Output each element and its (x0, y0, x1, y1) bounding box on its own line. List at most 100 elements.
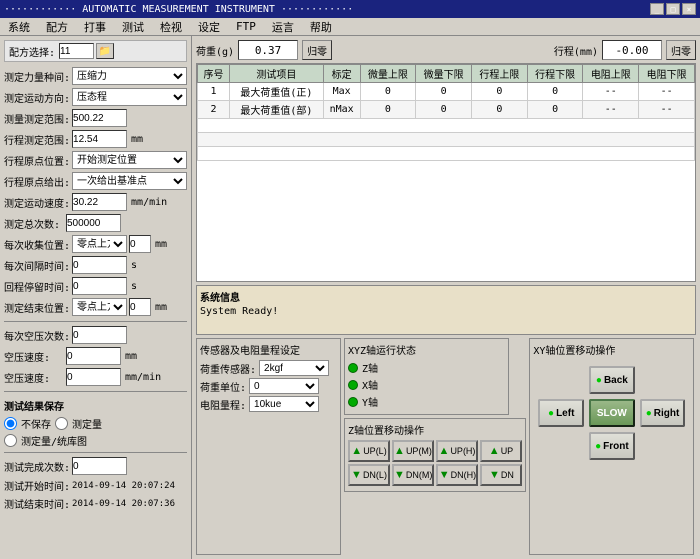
up-mid-button[interactable]: ▲UP(M) (392, 440, 434, 462)
left-button[interactable]: ● Left (538, 399, 584, 427)
collect-pos-input[interactable] (129, 235, 151, 253)
dn-button[interactable]: ▼DN (480, 464, 522, 486)
save-no-label: 不保存 (21, 416, 51, 431)
stroke-range-input[interactable] (72, 130, 127, 148)
menu-settings[interactable]: 设定 (194, 18, 224, 36)
force-type-label: 测定力量种间: (4, 69, 70, 84)
resist-range-label: 电阻量程: (200, 397, 246, 412)
up-high-button[interactable]: ▲UP(H) (436, 440, 478, 462)
air-count-input[interactable] (72, 326, 127, 344)
right-panel: 荷重(g) 0.37 归零 行程(mm) -0.00 归零 序号 测试项目 标定 (192, 36, 700, 559)
load-reset-button[interactable]: 归零 (302, 40, 332, 60)
collect-pos-select[interactable]: 零点上方 (72, 235, 127, 253)
back-button[interactable]: ● Back (589, 366, 635, 394)
load-value: 0.37 (238, 40, 298, 60)
air-speed-input[interactable] (66, 347, 121, 365)
menu-test[interactable]: 测试 (118, 18, 148, 36)
end-pos-input[interactable] (129, 298, 151, 316)
origin-pos-select[interactable]: 开始测定位置 (72, 151, 187, 169)
load-range-row: 测量测定范围: (4, 109, 187, 127)
config-selector-input[interactable]: 11 (59, 43, 94, 59)
menu-run[interactable]: 运言 (268, 18, 298, 36)
front-button[interactable]: ● Front (589, 432, 635, 460)
motion-dir-select[interactable]: 压态程 (72, 88, 187, 106)
dn-high-button[interactable]: ▼DN(H) (436, 464, 478, 486)
origin-out-select[interactable]: 一次给出基准点 (72, 172, 187, 190)
close-button[interactable]: × (682, 3, 696, 15)
resist-range-select[interactable]: 10kue (249, 396, 319, 412)
minimize-button[interactable]: _ (650, 3, 664, 15)
col-seq: 序号 (198, 65, 230, 83)
menu-ftp[interactable]: FTP (232, 19, 260, 34)
air-speed2-input[interactable] (66, 368, 121, 386)
air-speed-unit: mm (125, 351, 137, 362)
slow-button[interactable]: SLOW (589, 399, 635, 427)
menu-system[interactable]: 系统 (4, 18, 34, 36)
title-text: ············ AUTOMATIC MEASUREMENT INSTR… (4, 4, 353, 15)
up-buttons-row: ▲UP(L) ▲UP(M) ▲UP(H) ▲UP (348, 440, 522, 462)
air-count-label: 每次空压次数: (4, 328, 70, 343)
top-measurements: 荷重(g) 0.37 归零 行程(mm) -0.00 归零 (196, 40, 696, 60)
stroke-range-unit: mm (131, 134, 143, 145)
up-low-button[interactable]: ▲UP(L) (348, 440, 390, 462)
motion-speed-unit: mm/min (131, 197, 167, 208)
origin-out-row: 行程原点给出: 一次给出基准点 (4, 172, 187, 190)
end-pos-label: 测定结束位置: (4, 300, 70, 315)
load-unit-select[interactable]: 0 (249, 378, 319, 394)
save-yes-radio[interactable] (55, 417, 68, 430)
menu-config[interactable]: 配方 (42, 18, 72, 36)
end-pos-select[interactable]: 零点上方 (72, 298, 127, 316)
direction-grid: ● Back ● Left SLOW ● Right (533, 361, 690, 465)
dn-mid-button[interactable]: ▼DN(M) (392, 464, 434, 486)
col-resist-upper: 电阻上限 (583, 65, 639, 83)
return-dwell-unit: s (131, 281, 137, 292)
return-dwell-row: 回程停留时间: s (4, 277, 187, 295)
return-dwell-input[interactable] (72, 277, 127, 295)
done-count-input[interactable] (72, 457, 127, 475)
system-info-text: System Ready! (200, 306, 692, 317)
save-no-radio[interactable] (4, 417, 17, 430)
motion-speed-input[interactable] (72, 193, 127, 211)
col-stroke-upper: 行程上限 (472, 65, 528, 83)
force-type-select[interactable]: 压缩力 (72, 67, 187, 85)
right-button[interactable]: ● Right (640, 399, 686, 427)
save-radio-group2: 测定量/统库图 (4, 433, 187, 448)
load-range-input[interactable] (72, 109, 127, 127)
collect-pos-unit: mm (155, 239, 167, 250)
motion-dir-label: 测定运动方向: (4, 90, 70, 105)
menu-bar: 系统 配方 打事 测试 检视 设定 FTP 运言 帮助 (0, 18, 700, 36)
dn-low-button[interactable]: ▼DN(L) (348, 464, 390, 486)
menu-print[interactable]: 打事 (80, 18, 110, 36)
divider3 (4, 452, 187, 453)
maximize-button[interactable]: □ (666, 3, 680, 15)
sensor-panel-title: 传感器及电阻量程设定 (200, 342, 337, 357)
main-container: 配方选择: 11 📁 测定力量种间: 压缩力 测定运动方向: 压态程 测量测定范… (0, 36, 700, 559)
col-calibrate: 标定 (323, 65, 360, 83)
col-load-lower: 微量下限 (416, 65, 472, 83)
test-count-input[interactable] (66, 214, 121, 232)
motion-speed-label: 测定运动速度: (4, 195, 70, 210)
save-both-label: 测定量/统库图 (21, 433, 87, 448)
data-table: 序号 测试项目 标定 微量上限 微量下限 行程上限 行程下限 电阻上限 电阻下限… (197, 64, 695, 161)
x-axis-led (348, 380, 358, 390)
save-both-radio[interactable] (4, 434, 17, 447)
up-button[interactable]: ▲UP (480, 440, 522, 462)
save-section-label: 测试结果保存 (4, 398, 187, 413)
xy-motion-area: XYZ轴运行状态 Z轴 X轴 Y轴 Z轴位 (344, 338, 526, 555)
interval-time-label: 每次间隔时间: (4, 258, 70, 273)
menu-help[interactable]: 帮助 (306, 18, 336, 36)
col-resist-lower: 电阻下限 (639, 65, 695, 83)
load-sensor-select[interactable]: 2kgf (259, 360, 329, 376)
air-speed2-unit: mm/min (125, 372, 161, 383)
load-sensor-label: 荷重传感器: (200, 361, 256, 376)
interval-time-input[interactable] (72, 256, 127, 274)
stroke-reset-button[interactable]: 归零 (666, 40, 696, 60)
done-count-label: 测试完成次数: (4, 459, 70, 474)
motion-speed-row: 测定运动速度: mm/min (4, 193, 187, 211)
table-row-empty (198, 147, 695, 161)
start-time-value: 2014-09-14 20:07:24 (72, 481, 175, 491)
left-panel: 配方选择: 11 📁 测定力量种间: 压缩力 测定运动方向: 压态程 测量测定范… (0, 36, 192, 559)
x-axis-label: X轴 (362, 377, 378, 392)
config-folder-button[interactable]: 📁 (96, 43, 114, 59)
menu-view[interactable]: 检视 (156, 18, 186, 36)
